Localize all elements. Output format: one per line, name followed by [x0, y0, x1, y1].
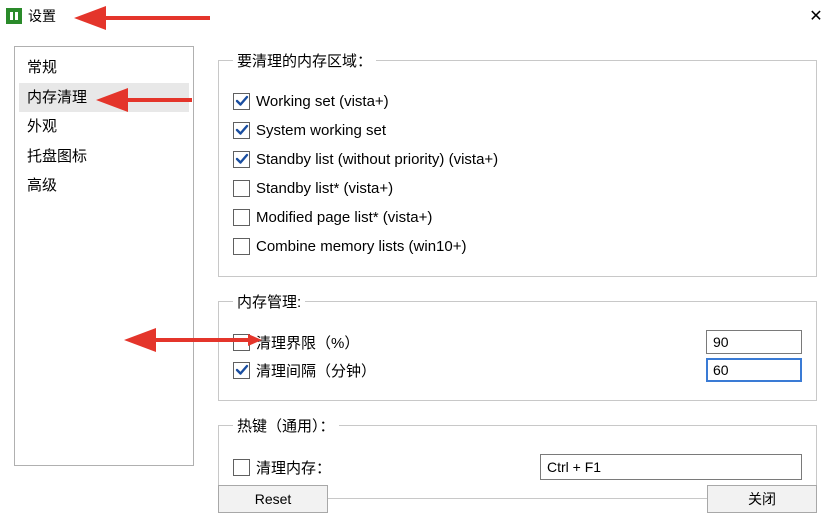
close-button[interactable]: 关闭: [707, 485, 817, 513]
cb-row: Combine memory lists (win10+): [233, 233, 802, 259]
cb-row: Standby list* (vista+): [233, 175, 802, 201]
label-clean-limit: 清理界限（%）: [256, 332, 359, 353]
checkbox-standby-np[interactable]: [233, 151, 250, 168]
sidebar: 常规 内存清理 外观 托盘图标 高级: [14, 46, 194, 466]
label-hotkey-clean: 清理内存：: [256, 457, 331, 478]
cb-row: Working set (vista+): [233, 88, 802, 114]
checkbox-clean-limit[interactable]: [233, 334, 250, 351]
label-combine: Combine memory lists (win10+): [256, 238, 466, 255]
cb-row: Standby list (without priority) (vista+): [233, 146, 802, 172]
interval-spinner: ▲ ▼: [706, 358, 802, 382]
label-clean-interval: 清理间隔（分钟）: [256, 360, 376, 381]
titlebar: 设置 ✕: [0, 0, 839, 32]
legend-mem-areas: 要清理的内存区域：: [233, 50, 376, 71]
nav-item-tray[interactable]: 托盘图标: [19, 142, 189, 172]
nav-item-memclean[interactable]: 内存清理: [19, 83, 189, 113]
nav-item-advanced[interactable]: 高级: [19, 171, 189, 201]
label-standby-np: Standby list (without priority) (vista+): [256, 151, 498, 168]
legend-mem-mgmt: 内存管理:: [233, 291, 305, 312]
window-title: 设置: [28, 6, 56, 26]
group-mem-areas: 要清理的内存区域： Working set (vista+) System wo…: [218, 50, 817, 277]
group-mem-mgmt: 内存管理: 清理界限（%） ▲ ▼: [218, 291, 817, 401]
checkbox-working-set[interactable]: [233, 93, 250, 110]
nav-item-appearance[interactable]: 外观: [19, 112, 189, 142]
label-standby: Standby list* (vista+): [256, 180, 393, 197]
checkbox-sys-working-set[interactable]: [233, 122, 250, 139]
cb-row: Modified page list* (vista+): [233, 204, 802, 230]
label-working-set: Working set (vista+): [256, 93, 389, 110]
legend-hotkey: 热键（通用）：: [233, 415, 339, 436]
close-window-button[interactable]: ✕: [793, 0, 839, 32]
nav-item-general[interactable]: 常规: [19, 53, 189, 83]
checkbox-hotkey-clean[interactable]: [233, 459, 250, 476]
interval-input[interactable]: [707, 359, 839, 381]
checkbox-standby[interactable]: [233, 180, 250, 197]
limit-input[interactable]: [707, 331, 839, 353]
reset-button[interactable]: Reset: [218, 485, 328, 513]
checkbox-combine[interactable]: [233, 238, 250, 255]
checkbox-modified[interactable]: [233, 209, 250, 226]
label-modified: Modified page list* (vista+): [256, 209, 432, 226]
content-pane: 要清理的内存区域： Working set (vista+) System wo…: [218, 46, 825, 513]
limit-spinner: ▲ ▼: [706, 330, 802, 354]
hotkey-input[interactable]: [540, 454, 802, 480]
cb-row: System working set: [233, 117, 802, 143]
app-icon: [6, 8, 22, 24]
label-sys-working-set: System working set: [256, 122, 386, 139]
checkbox-clean-interval[interactable]: [233, 362, 250, 379]
